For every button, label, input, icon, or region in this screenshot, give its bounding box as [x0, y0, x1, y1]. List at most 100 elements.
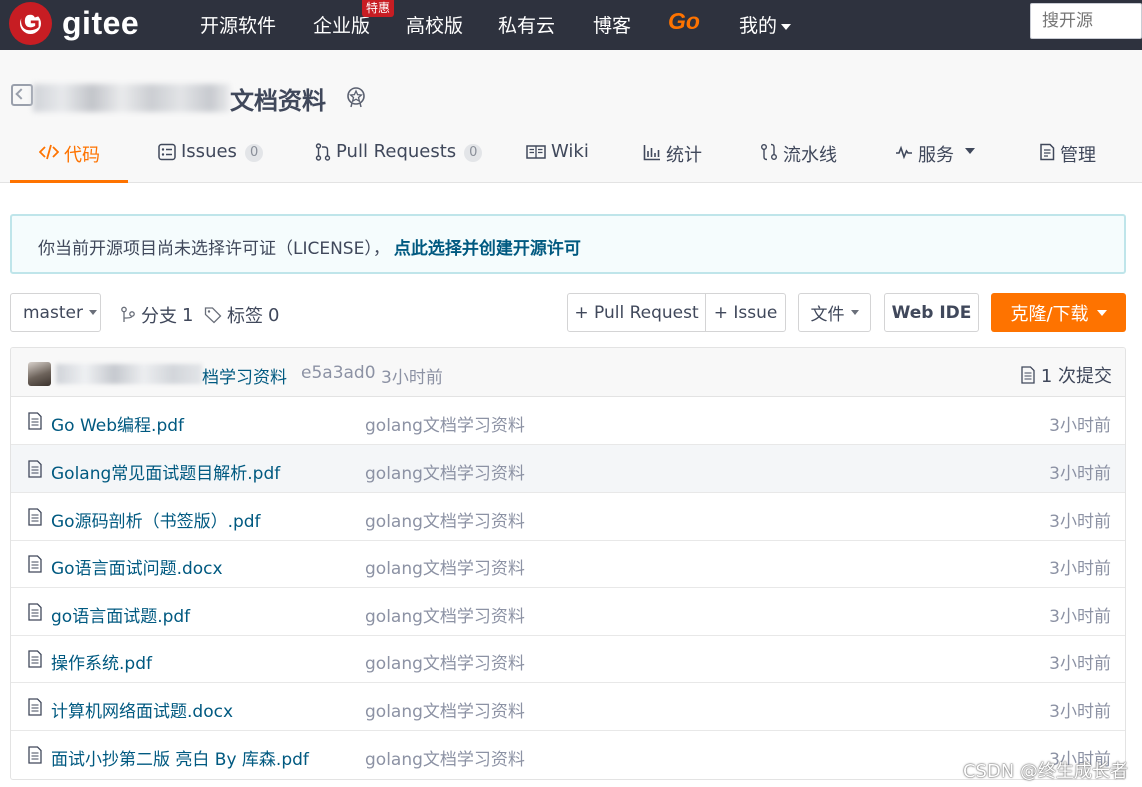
file-icon — [28, 460, 42, 478]
file-icon — [28, 555, 42, 573]
file-commit-message[interactable]: golang文档学习资料 — [365, 459, 525, 484]
file-row[interactable]: Go语言面试问题.docx golang文档学习资料 3小时前 — [11, 540, 1125, 588]
gitee-logo[interactable]: G gitee — [9, 1, 139, 45]
chevron-down-icon — [1096, 309, 1107, 316]
file-row[interactable]: 操作系统.pdf golang文档学习资料 3小时前 — [11, 635, 1125, 683]
tags-link[interactable]: 标签 0 — [204, 302, 279, 328]
file-name-link[interactable]: Go Web编程.pdf — [51, 411, 184, 436]
promo-badge: 特惠 — [362, 0, 395, 17]
new-pull-request-button[interactable]: + Pull Request — [567, 293, 706, 332]
gitee-logo-icon: G — [9, 1, 52, 45]
nav-blog[interactable]: 博客 — [593, 11, 631, 38]
commit-count: 1 次提交 — [1040, 366, 1112, 387]
branch-select[interactable]: master — [10, 293, 101, 332]
file-name-link[interactable]: 面试小抄第二版 亮白 By 库森.pdf — [51, 745, 309, 770]
tab-stats[interactable]: 统计 — [643, 141, 702, 183]
clone-download-label: 克隆/下载 — [1010, 303, 1089, 325]
file-time: 3小时前 — [1049, 559, 1111, 579]
nav-education[interactable]: 高校版 — [406, 11, 463, 38]
file-row[interactable]: Go源码剖析（书签版）.pdf golang文档学习资料 3小时前 — [11, 493, 1125, 541]
tab-service[interactable]: 服务 — [895, 141, 975, 183]
file-name-link[interactable]: 操作系统.pdf — [51, 649, 152, 674]
file-row[interactable]: Go Web编程.pdf golang文档学习资料 3小时前 — [11, 397, 1125, 445]
tab-label: 服务 — [918, 145, 954, 166]
file-menu-button[interactable]: 文件 — [798, 293, 871, 332]
service-icon — [896, 145, 912, 160]
stats-icon — [643, 145, 660, 161]
file-time: 3小时前 — [1049, 416, 1111, 436]
file-time: 3小时前 — [1049, 464, 1111, 484]
chevron-down-icon — [88, 310, 97, 315]
new-issue-button[interactable]: + Issue — [705, 293, 786, 332]
commit-time: 3小时前 — [381, 368, 443, 388]
issues-icon — [158, 143, 176, 161]
tags-label: 标签 — [227, 306, 263, 327]
file-name-link[interactable]: 计算机网络面试题.docx — [51, 697, 233, 722]
wiki-icon — [526, 145, 546, 159]
top-navigation-bar: G gitee 开源软件 企业版 特惠 高校版 私有云 博客 Go 我的 — [0, 0, 1142, 50]
file-name-link[interactable]: Go语言面试问题.docx — [51, 554, 223, 579]
file-name-link[interactable]: Go源码剖析（书签版）.pdf — [51, 507, 261, 532]
avatar[interactable] — [28, 362, 51, 386]
csdn-watermark: CSDN @终生成长者 — [962, 761, 1128, 782]
file-icon — [28, 603, 42, 621]
chevron-down-icon — [850, 310, 859, 315]
license-notice: 你当前开源项目尚未选择许可证（LICENSE）， 点此选择并创建开源许可 — [10, 214, 1126, 274]
file-commit-message[interactable]: golang文档学习资料 — [365, 697, 525, 722]
nav-private-cloud[interactable]: 私有云 — [498, 11, 555, 38]
file-menu-label: 文件 — [810, 305, 845, 325]
commit-hash[interactable]: e5a3ad0 — [301, 363, 376, 383]
file-row[interactable]: Golang常见面试题目解析.pdf golang文档学习资料 3小时前 — [11, 445, 1125, 493]
clone-download-button[interactable]: 克隆/下载 — [991, 293, 1126, 332]
file-time: 3小时前 — [1049, 654, 1111, 674]
file-commit-message[interactable]: golang文档学习资料 — [365, 649, 525, 674]
tab-label: 流水线 — [783, 145, 837, 166]
tab-wiki[interactable]: Wiki — [526, 141, 589, 183]
branches-link[interactable]: 分支 1 — [120, 302, 193, 328]
active-tab-indicator — [10, 180, 128, 183]
web-ide-button[interactable]: Web IDE — [884, 293, 979, 332]
create-license-link[interactable]: 点此选择并创建开源许可 — [394, 239, 581, 259]
file-commit-message[interactable]: golang文档学习资料 — [365, 745, 525, 770]
file-name-link[interactable]: go语言面试题.pdf — [51, 602, 190, 627]
file-time: 3小时前 — [1049, 702, 1111, 722]
nav-mine[interactable]: 我的 — [739, 11, 792, 38]
file-commit-message[interactable]: golang文档学习资料 — [365, 411, 525, 436]
tab-label: Issues — [181, 141, 237, 162]
repo-owner-redacted — [33, 84, 230, 112]
code-icon — [39, 144, 59, 160]
file-list: 档学习资料 e5a3ad0 3小时前 1 次提交 Go Web编程.pdf go… — [10, 347, 1126, 780]
file-commit-message[interactable]: golang文档学习资料 — [365, 554, 525, 579]
file-row[interactable]: go语言面试题.pdf golang文档学习资料 3小时前 — [11, 588, 1125, 636]
commit-count-link[interactable]: 1 次提交 — [1021, 362, 1112, 388]
latest-commit-bar: 档学习资料 e5a3ad0 3小时前 1 次提交 — [11, 348, 1125, 397]
pull-request-icon — [315, 143, 331, 161]
file-commit-message[interactable]: golang文档学习资料 — [365, 507, 525, 532]
file-name-link[interactable]: Golang常见面试题目解析.pdf — [51, 459, 280, 484]
search-box[interactable] — [1030, 3, 1142, 39]
tag-icon — [204, 307, 222, 324]
nav-go[interactable]: Go — [668, 8, 700, 35]
search-input[interactable] — [1031, 4, 1141, 38]
file-icon — [28, 698, 42, 716]
latest-commit-message[interactable]: 档学习资料 — [202, 363, 287, 388]
file-row[interactable]: 面试小抄第二版 亮白 By 库森.pdf golang文档学习资料 3小时前 — [11, 731, 1125, 779]
tab-issues[interactable]: Issues 0 — [158, 141, 264, 183]
tab-manage[interactable]: 管理 — [1039, 141, 1096, 183]
file-time: 3小时前 — [1049, 607, 1111, 627]
tab-code[interactable]: 代码 — [39, 141, 100, 183]
nav-open-source[interactable]: 开源软件 — [200, 11, 276, 38]
gvp-badge-icon[interactable] — [345, 86, 367, 108]
file-commit-message[interactable]: golang文档学习资料 — [365, 602, 525, 627]
tab-pipeline[interactable]: 流水线 — [760, 141, 837, 183]
repo-title[interactable]: 文档资料 — [230, 81, 326, 116]
tab-label: 管理 — [1060, 145, 1096, 166]
chevron-down-icon — [965, 148, 975, 154]
chevron-down-icon — [781, 23, 792, 30]
tab-label: Wiki — [551, 141, 589, 162]
pr-count-badge: 0 — [464, 144, 483, 162]
file-time: 3小时前 — [1049, 512, 1111, 532]
tab-pull-requests[interactable]: Pull Requests 0 — [315, 141, 483, 183]
branches-count: 1 — [182, 304, 194, 326]
file-row[interactable]: 计算机网络面试题.docx golang文档学习资料 3小时前 — [11, 683, 1125, 731]
